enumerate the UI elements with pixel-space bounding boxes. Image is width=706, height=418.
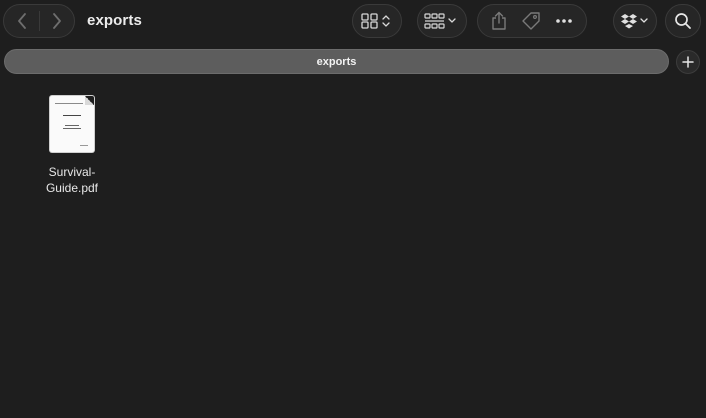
toolbar: exports xyxy=(0,0,706,44)
ellipsis-icon[interactable] xyxy=(555,18,573,24)
search-icon xyxy=(674,12,692,30)
back-button[interactable] xyxy=(5,5,39,37)
group-by-button[interactable] xyxy=(417,4,467,38)
view-mode-button[interactable] xyxy=(352,4,402,38)
search-button[interactable] xyxy=(665,4,701,38)
forward-button[interactable] xyxy=(40,5,74,37)
window-title: exports xyxy=(87,12,142,29)
share-icon[interactable] xyxy=(491,11,507,31)
tab-label: exports xyxy=(316,55,357,68)
new-tab-button[interactable] xyxy=(676,50,700,74)
navigation-buttons xyxy=(3,4,75,38)
file-name: Survival- Guide.pdf xyxy=(45,165,99,195)
file-item[interactable]: Survival- Guide.pdf xyxy=(30,96,114,196)
action-buttons xyxy=(477,4,587,38)
file-browser-content: Survival- Guide.pdf xyxy=(0,80,706,418)
tab-exports[interactable]: exports xyxy=(4,49,669,74)
plus-icon xyxy=(682,56,694,68)
group-grid-icon xyxy=(424,12,460,30)
icon-grid-icon xyxy=(360,12,394,30)
pdf-document-icon xyxy=(50,96,94,152)
dropbox-button[interactable] xyxy=(613,4,657,38)
chevron-right-icon xyxy=(52,13,62,29)
finder-window: exports exports Survival- Guide.pdf xyxy=(0,0,706,418)
tag-icon[interactable] xyxy=(521,11,541,31)
dropbox-icon xyxy=(621,13,649,29)
chevron-left-icon xyxy=(17,13,27,29)
